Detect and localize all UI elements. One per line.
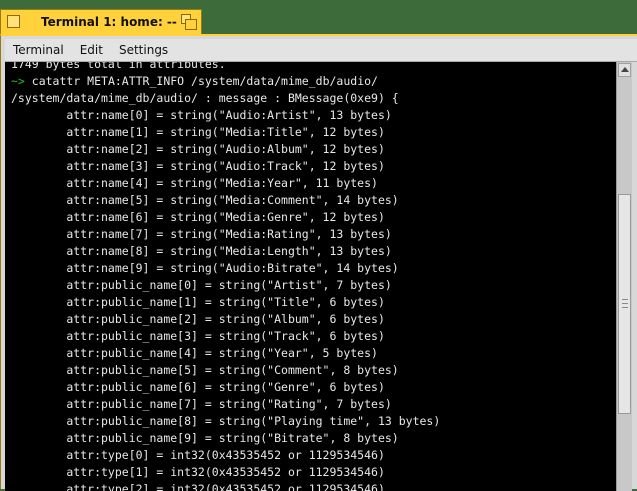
terminal-line: attr:public_name[1] = string("Title", 6 … [11,294,440,311]
terminal-line: attr:public_name[7] = string("Rating", 7… [11,396,440,413]
line-text: attr:name[4] = string("Media:Year", 11 b… [11,176,378,190]
terminal-line: attr:public_name[5] = string("Comment", … [11,362,440,379]
grip-line [622,303,628,304]
line-text: attr:public_name[1] = string("Title", 6 … [11,295,385,309]
scrollbar-thumb[interactable] [618,194,631,414]
terminal-line: attr:name[3] = string("Audio:Track", 12 … [11,158,440,175]
line-text: attr:public_name[2] = string("Album", 6 … [11,312,385,326]
line-text: attr:name[2] = string("Audio:Album", 12 … [11,142,385,156]
terminal-window: Terminal Edit Settings 1749 bytes total … [0,34,637,491]
close-button[interactable] [7,15,20,28]
line-text: attr:name[9] = string("Audio:Bitrate", 1… [11,261,399,275]
line-text: attr:public_name[0] = string("Artist", 7… [11,278,392,292]
terminal-line: attr:name[1] = string("Media:Title", 12 … [11,124,440,141]
line-text: attr:public_name[4] = string("Year", 5 b… [11,346,378,360]
terminal-line: attr:name[4] = string("Media:Year", 11 b… [11,175,440,192]
line-text: attr:public_name[5] = string("Comment", … [11,363,399,377]
menu-settings[interactable]: Settings [111,39,176,61]
terminal-line: attr:public_name[3] = string("Track", 6 … [11,328,440,345]
line-text: attr:public_name[3] = string("Track", 6 … [11,329,385,343]
shell-prompt: ~> [11,74,25,88]
line-text: attr:name[0] = string("Audio:Artist", 13… [11,108,392,122]
line-text: attr:type[0] = int32(0x43535452 or 11295… [11,448,385,462]
menu-terminal[interactable]: Terminal [5,39,72,61]
line-text: attr:name[3] = string("Audio:Track", 12 … [11,159,385,173]
line-text: attr:public_name[6] = string("Genre", 6 … [11,380,385,394]
line-text: attr:type[2] = int32(0x43535452 or 11295… [11,482,385,491]
line-text: attr:name[8] = string("Media:Length", 13… [11,244,392,258]
terminal-line: attr:name[2] = string("Audio:Album", 12 … [11,141,440,158]
line-text: 1749 bytes total in attributes. [11,62,226,71]
terminal-line: attr:name[7] = string("Media:Rating", 13… [11,226,440,243]
terminal-line: attr:name[8] = string("Media:Length", 13… [11,243,440,260]
line-text: attr:name[6] = string("Media:Genre", 12 … [11,210,385,224]
terminal-line: attr:public_name[4] = string("Year", 5 b… [11,345,440,362]
terminal-output: 1749 bytes total in attributes. ~> catatt… [11,62,440,491]
grip-line [622,299,628,300]
terminal-line: attr:name[9] = string("Audio:Bitrate", 1… [11,260,440,277]
terminal-line: attr:public_name[8] = string("Playing ti… [11,413,440,430]
zoom-icon-front [185,19,197,30]
terminal-line: attr:name[5] = string("Media:Comment", 1… [11,192,440,209]
line-text: attr:name[7] = string("Media:Rating", 13… [11,227,392,241]
terminal-line: attr:public_name[6] = string("Genre", 6 … [11,379,440,396]
terminal-line: 1749 bytes total in attributes. [11,62,440,73]
terminal-line: attr:name[0] = string("Audio:Artist", 13… [11,107,440,124]
terminal-line: attr:public_name[2] = string("Album", 6 … [11,311,440,328]
window-title: Terminal 1: home: -- [41,15,177,29]
terminal-line: attr:type[1] = int32(0x43535452 or 11295… [11,464,440,481]
terminal-line: attr:type[2] = int32(0x43535452 or 11295… [11,481,440,491]
grip-line [622,307,628,308]
menubar: Terminal Edit Settings [5,39,637,62]
terminal-line: attr:name[6] = string("Media:Genre", 12 … [11,209,440,226]
zoom-button[interactable] [181,14,197,30]
window-tab[interactable]: Terminal 1: home: -- [0,9,202,35]
terminal-line: /system/data/mime_db/audio/ : message : … [11,90,440,107]
line-text: attr:public_name[7] = string("Rating", 7… [11,397,392,411]
line-text: attr:name[1] = string("Media:Title", 12 … [11,125,385,139]
scroll-up-arrow-icon[interactable] [618,63,631,77]
terminal-line: ~> catattr META:ATTR_INFO /system/data/m… [11,73,440,90]
terminal-line: attr:public_name[9] = string("Bitrate", … [11,430,440,447]
terminal-line: attr:public_name[0] = string("Artist", 7… [11,277,440,294]
menu-edit[interactable]: Edit [72,39,111,61]
vertical-scrollbar[interactable] [616,62,632,491]
line-text: attr:public_name[8] = string("Playing ti… [11,414,441,428]
line-text: catattr META:ATTR_INFO /system/data/mime… [24,74,378,88]
line-text: attr:name[5] = string("Media:Comment", 1… [11,193,399,207]
line-text: attr:public_name[9] = string("Bitrate", … [11,431,399,445]
line-text: /system/data/mime_db/audio/ : message : … [11,91,399,105]
terminal-view[interactable]: 1749 bytes total in attributes. ~> catatt… [5,62,616,491]
line-text: attr:type[1] = int32(0x43535452 or 11295… [11,465,385,479]
terminal-line: attr:type[0] = int32(0x43535452 or 11295… [11,447,440,464]
